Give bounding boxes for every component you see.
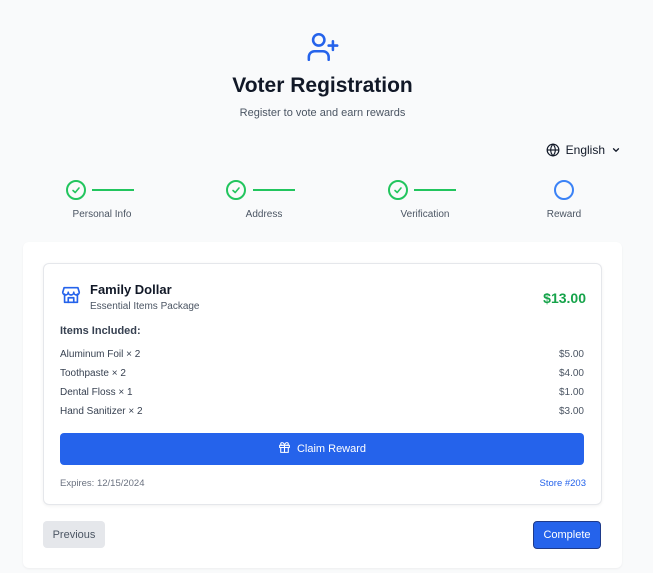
list-item: Aluminum Foil × 2 $5.00 (60, 349, 584, 360)
check-circle-icon (388, 180, 408, 200)
reward-total: $13.00 (543, 290, 586, 306)
user-plus-icon (306, 30, 340, 64)
item-name: Hand Sanitizer × 2 (60, 406, 143, 417)
progress-steps: Personal Info Address Verification Rewar… (0, 180, 645, 224)
list-item: Toothpaste × 2 $4.00 (60, 368, 584, 379)
store-number: Store #203 (539, 478, 586, 489)
previous-button[interactable]: Previous (43, 521, 105, 548)
complete-button[interactable]: Complete (533, 521, 601, 549)
item-price: $4.00 (558, 368, 584, 379)
list-item: Dental Floss × 1 $1.00 (60, 387, 584, 398)
item-price: $3.00 (558, 406, 584, 417)
store-name: Family Dollar (90, 282, 172, 297)
step-connector (253, 189, 295, 191)
item-name: Aluminum Foil × 2 (60, 349, 141, 360)
step-connector (92, 189, 134, 191)
step-label: Verification (400, 209, 450, 220)
list-item: Hand Sanitizer × 2 $3.00 (60, 406, 584, 417)
page-header: Voter Registration Register to vote and … (0, 30, 645, 119)
globe-icon (546, 143, 560, 157)
items-heading: Items Included: (60, 325, 141, 337)
step-label: Address (245, 209, 283, 220)
expiry-date: Expires: 12/15/2024 (60, 478, 145, 489)
claim-reward-button[interactable]: Claim Reward (60, 433, 584, 465)
item-name: Toothpaste × 2 (60, 368, 126, 379)
page-subtitle: Register to vote and earn rewards (239, 107, 406, 119)
check-circle-icon (226, 180, 246, 200)
item-price: $5.00 (558, 349, 584, 360)
step-label: Reward (546, 209, 582, 220)
item-name: Dental Floss × 1 (60, 387, 133, 398)
gift-icon (278, 441, 291, 457)
language-label: English (565, 143, 605, 157)
language-selector[interactable]: English (546, 143, 621, 157)
package-name: Essential Items Package (90, 301, 200, 312)
step-connector (414, 189, 456, 191)
chevron-down-icon (611, 145, 621, 155)
main-panel: Family Dollar Essential Items Package $1… (23, 242, 622, 568)
reward-card: Family Dollar Essential Items Package $1… (43, 263, 602, 505)
pending-circle-icon (554, 180, 574, 200)
item-price: $1.00 (558, 387, 584, 398)
page-title: Voter Registration (232, 74, 413, 97)
store-icon (60, 284, 82, 306)
claim-reward-label: Claim Reward (296, 443, 367, 455)
check-circle-icon (66, 180, 86, 200)
step-label: Personal Info (72, 209, 132, 220)
